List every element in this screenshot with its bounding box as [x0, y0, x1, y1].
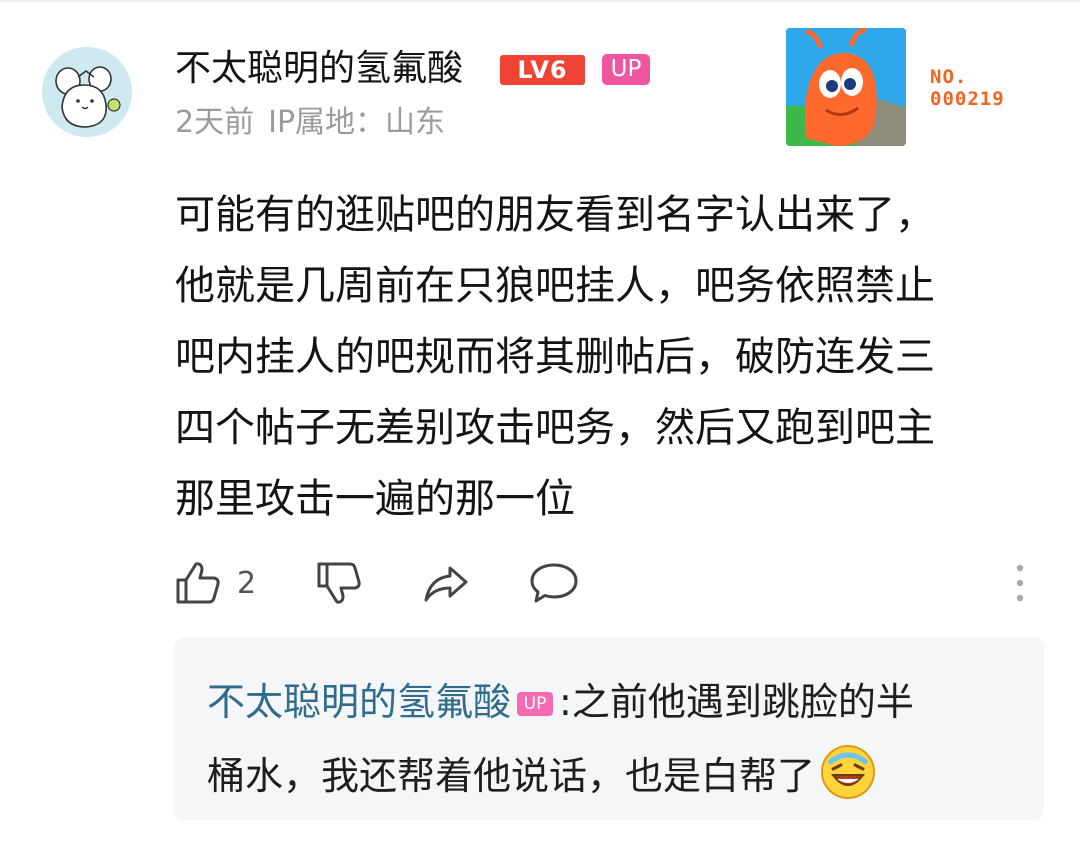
comment-meta: 2天前 IP属地：山东 [175, 102, 445, 144]
thumbs-up-icon[interactable] [174, 560, 222, 606]
level-badge: LV6 [500, 55, 585, 85]
like-count: 2 [237, 566, 257, 601]
comment-line: 可能有的逛贴吧的朋友看到名字认出来了， [175, 192, 935, 238]
comment-time: 2天前 [175, 105, 255, 140]
reply-icon[interactable] [529, 560, 579, 606]
up-badge: UP [602, 54, 650, 85]
action-bar: 2 [0, 560, 1080, 610]
comment-line: 吧内挂人的吧规而将其删帖后，破防连发三 [175, 334, 935, 380]
reply-separator: : [559, 680, 572, 724]
comment-body: 可能有的逛贴吧的朋友看到名字认出来了， 他就是几周前在只狼吧挂人，吧务依照禁止 … [175, 180, 1035, 535]
reply-username[interactable]: 不太聪明的氢氟酸 [207, 680, 511, 724]
comment-line: 那里攻击一遍的那一位 [175, 476, 575, 522]
share-icon[interactable] [422, 560, 470, 606]
more-icon[interactable] [1010, 562, 1030, 608]
ip-location: IP属地：山东 [268, 105, 446, 140]
laughing-crying-emoji-icon [819, 743, 877, 801]
user-avatar[interactable] [42, 47, 132, 137]
reply-up-badge: UP [517, 692, 554, 716]
reply-text: 不太聪明的氢氟酸 UP:之前他遇到跳脸的半 桶水，我还帮着他说话，也是白帮了 [207, 665, 1027, 813]
comment-username[interactable]: 不太聪明的氢氟酸 [175, 44, 463, 94]
reply-line: 不太聪明的氢氟酸 UP:之前他遇到跳脸的半 [207, 665, 1027, 739]
comment-line: 四个帖子无差别攻击吧务，然后又跑到吧主 [175, 405, 935, 451]
reply-box[interactable]: 不太聪明的氢氟酸 UP:之前他遇到跳脸的半 桶水，我还帮着他说话，也是白帮了 [174, 637, 1044, 820]
comment-line: 他就是几周前在只狼吧挂人，吧务依照禁止 [175, 263, 935, 309]
thumbs-down-icon[interactable] [315, 560, 363, 606]
reply-text-line1: 之前他遇到跳脸的半 [571, 680, 914, 724]
fan-card-number: NO. 000219 [930, 66, 1005, 110]
reply-line: 桶水，我还帮着他说话，也是白帮了 [207, 739, 1027, 813]
top-divider [0, 0, 1080, 2]
reply-text-line2: 桶水，我还帮着他说话，也是白帮了 [207, 754, 816, 798]
fan-card-image[interactable] [786, 28, 906, 146]
